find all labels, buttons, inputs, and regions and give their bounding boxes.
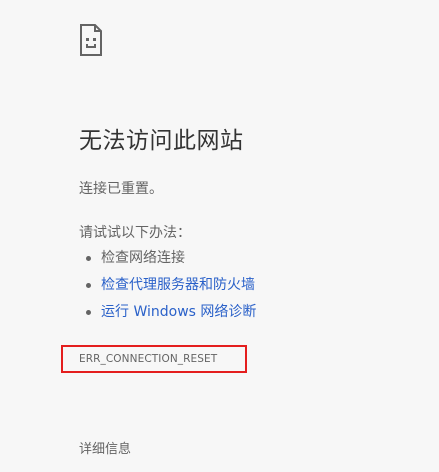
error-code: ERR_CONNECTION_RESET (79, 353, 218, 365)
suggestion-run-network-diagnostics-link[interactable]: 运行 Windows 网络诊断 (101, 304, 256, 320)
suggestions-list: 检查网络连接 检查代理服务器和防火墙 运行 Windows 网络诊断 (86, 248, 256, 329)
sad-page-icon (80, 24, 102, 56)
bullet-icon (86, 256, 91, 261)
suggestion-item: 检查代理服务器和防火墙 (86, 275, 256, 302)
suggestion-item: 检查网络连接 (86, 248, 256, 275)
page-title: 无法访问此网站 (79, 128, 244, 154)
bullet-icon (86, 283, 91, 288)
details-button[interactable]: 详细信息 (79, 441, 131, 459)
suggestions-heading: 请试试以下办法： (79, 225, 191, 241)
suggestion-check-proxy-firewall-link[interactable]: 检查代理服务器和防火墙 (101, 277, 255, 293)
error-summary: 连接已重置。 (79, 181, 163, 197)
error-page: 无法访问此网站 连接已重置。 请试试以下办法： 检查网络连接 检查代理服务器和防… (0, 0, 439, 472)
suggestion-item: 运行 Windows 网络诊断 (86, 302, 256, 329)
bullet-icon (86, 310, 91, 315)
suggestion-check-network: 检查网络连接 (101, 250, 185, 266)
